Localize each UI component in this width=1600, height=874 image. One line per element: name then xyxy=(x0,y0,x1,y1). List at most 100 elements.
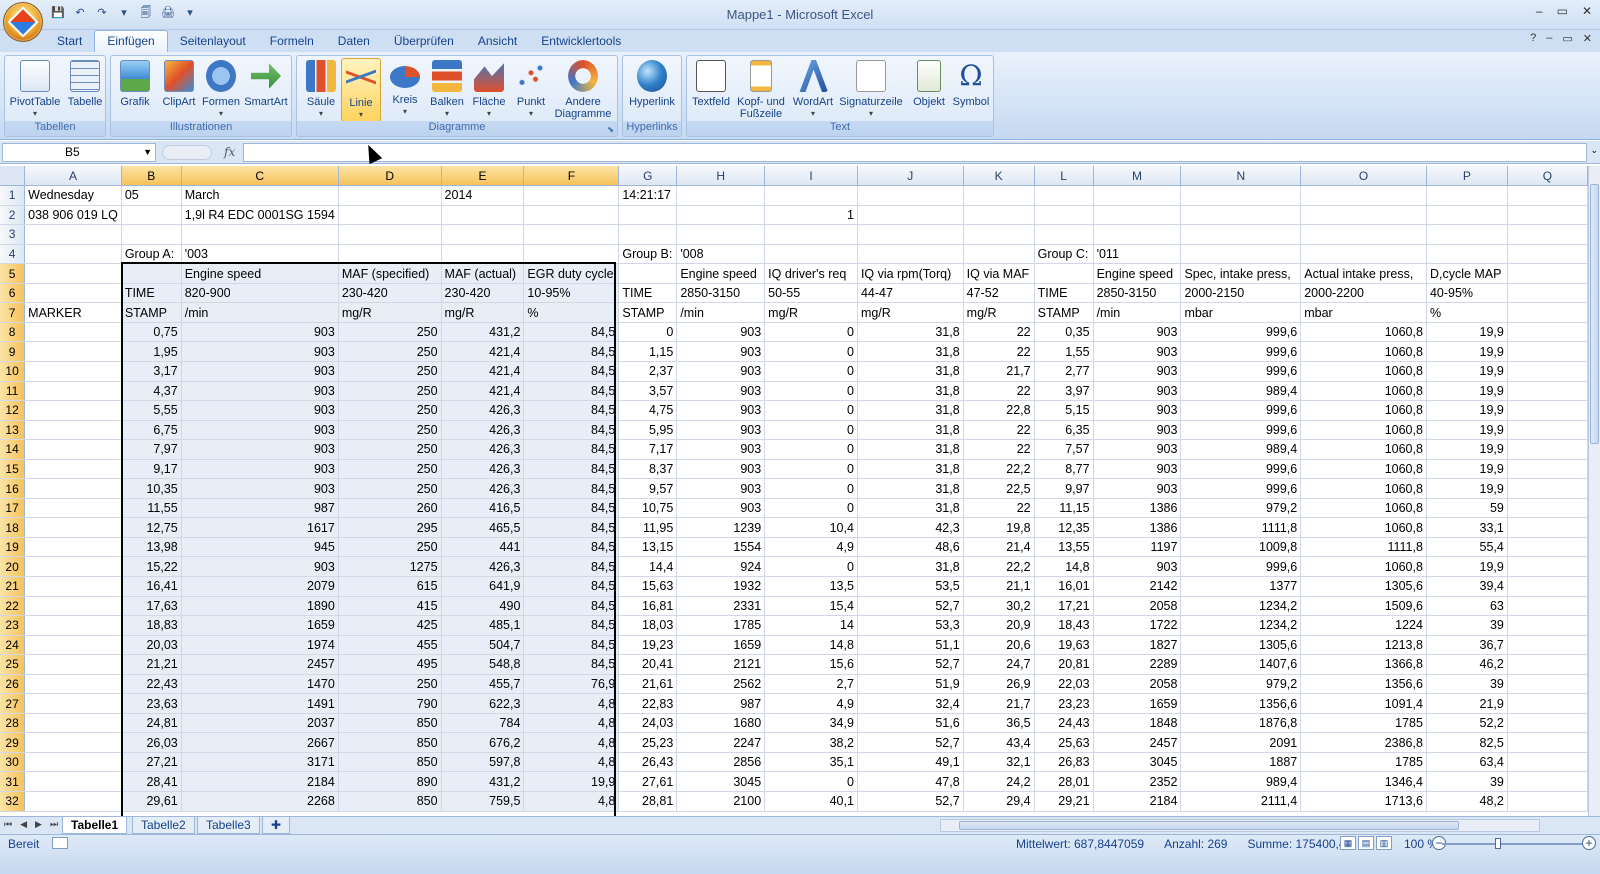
zoom-in-icon[interactable]: + xyxy=(1582,836,1596,850)
tab-einfuegen[interactable]: Einfügen xyxy=(94,30,168,52)
cell[interactable]: mbar xyxy=(1300,302,1427,323)
cell[interactable]: 903 xyxy=(1093,556,1182,577)
cell[interactable]: 426,3 xyxy=(441,459,525,480)
cell[interactable]: 22,2 xyxy=(963,556,1035,577)
column-header[interactable]: A xyxy=(24,166,122,187)
cell[interactable]: 622,3 xyxy=(441,693,525,714)
cell[interactable]: 24,81 xyxy=(121,713,182,734)
cell[interactable]: 1386 xyxy=(1093,517,1182,538)
cell[interactable]: 15,4 xyxy=(764,596,858,617)
cell[interactable] xyxy=(523,224,620,245)
cell[interactable]: 989,4 xyxy=(1180,439,1302,460)
cell[interactable]: 1713,6 xyxy=(1300,791,1427,812)
sheet-tab-tabelle2[interactable]: Tabelle2 xyxy=(132,817,195,834)
cell[interactable]: 05 xyxy=(121,185,182,206)
cell[interactable]: 22 xyxy=(963,341,1035,362)
tab-daten[interactable]: Daten xyxy=(326,32,382,52)
cell[interactable]: 1,95 xyxy=(121,341,182,362)
cell[interactable] xyxy=(1507,185,1588,206)
cell[interactable]: 1234,2 xyxy=(1180,615,1302,636)
cell[interactable]: MAF (specified) xyxy=(338,263,442,284)
cell[interactable]: 989,4 xyxy=(1180,771,1302,792)
cell[interactable]: 0 xyxy=(764,459,858,480)
cell[interactable] xyxy=(1507,478,1588,499)
cell[interactable]: 903 xyxy=(1093,381,1182,402)
cell[interactable]: 2058 xyxy=(1093,674,1182,695)
symbol-button[interactable]: Ω Symbol xyxy=(949,58,993,122)
cell[interactable]: 1659 xyxy=(1093,693,1182,714)
cell[interactable] xyxy=(1034,224,1094,245)
cell[interactable]: 23,23 xyxy=(1034,693,1094,714)
cell[interactable]: 40,1 xyxy=(764,791,858,812)
cell[interactable]: 26,9 xyxy=(963,674,1035,695)
cell[interactable] xyxy=(121,263,182,284)
cell[interactable]: D,cycle MAP xyxy=(1426,263,1508,284)
cell[interactable]: 903 xyxy=(181,478,339,499)
cell[interactable] xyxy=(764,244,858,265)
cell[interactable]: 4,8 xyxy=(523,713,620,734)
cell[interactable]: 3,57 xyxy=(618,381,678,402)
textfeld-button[interactable]: Textfeld xyxy=(689,58,733,122)
cell[interactable] xyxy=(1507,771,1588,792)
cell[interactable]: 0 xyxy=(764,361,858,382)
cell[interactable] xyxy=(1507,283,1588,304)
cell[interactable]: 2,7 xyxy=(764,674,858,695)
cell[interactable]: 39,4 xyxy=(1426,576,1508,597)
cell[interactable]: 1680 xyxy=(676,713,766,734)
cell[interactable]: 16,41 xyxy=(121,576,182,597)
cell[interactable]: 35,1 xyxy=(764,752,858,773)
cell[interactable]: 989,4 xyxy=(1180,381,1302,402)
cell[interactable]: STAMP xyxy=(1034,302,1094,323)
cell[interactable]: 6,75 xyxy=(121,420,182,441)
cell[interactable]: 850 xyxy=(338,791,442,812)
cell[interactable] xyxy=(523,205,620,226)
cell[interactable] xyxy=(764,185,858,206)
cell[interactable]: 426,3 xyxy=(441,439,525,460)
tab-ansicht[interactable]: Ansicht xyxy=(466,32,529,52)
cell[interactable]: 18,03 xyxy=(618,615,678,636)
cell[interactable] xyxy=(1507,263,1588,284)
cell[interactable]: 1060,8 xyxy=(1300,478,1427,499)
cell[interactable]: 2331 xyxy=(676,596,766,617)
cell[interactable]: 15,6 xyxy=(764,654,858,675)
cell[interactable] xyxy=(338,205,442,226)
cell[interactable]: 1356,6 xyxy=(1180,693,1302,714)
cell[interactable]: 84,5 xyxy=(523,478,620,499)
cell[interactable]: 49,1 xyxy=(857,752,964,773)
cell[interactable]: 14,8 xyxy=(1034,556,1094,577)
horizontal-scrollbar[interactable] xyxy=(940,819,1540,832)
cell[interactable]: 1060,8 xyxy=(1300,459,1427,480)
cell[interactable]: 22 xyxy=(963,420,1035,441)
cell[interactable]: 2111,4 xyxy=(1180,791,1302,812)
expand-formula-icon[interactable]: ⌄ xyxy=(1590,145,1598,156)
cell[interactable] xyxy=(24,752,122,773)
cell[interactable]: 53,3 xyxy=(857,615,964,636)
normal-view-icon[interactable]: ▦ xyxy=(1340,836,1356,850)
row-header[interactable]: 3 xyxy=(0,224,26,245)
cell[interactable]: 425 xyxy=(338,615,442,636)
cell[interactable]: 51,9 xyxy=(857,674,964,695)
cell[interactable]: 76,9 xyxy=(523,674,620,695)
cell[interactable] xyxy=(1180,224,1302,245)
cell[interactable]: Wednesday xyxy=(24,185,122,206)
cell[interactable]: 850 xyxy=(338,713,442,734)
macro-record-icon[interactable] xyxy=(52,837,68,849)
cell[interactable] xyxy=(24,341,122,362)
cell[interactable]: 548,8 xyxy=(441,654,525,675)
cell[interactable]: 14 xyxy=(764,615,858,636)
cell[interactable]: 14,8 xyxy=(764,635,858,656)
cell[interactable]: 84,5 xyxy=(523,400,620,421)
cell[interactable] xyxy=(523,185,620,206)
cell[interactable]: 84,5 xyxy=(523,537,620,558)
row-header[interactable]: 28 xyxy=(0,713,26,734)
cell[interactable]: 10,4 xyxy=(764,517,858,538)
cell[interactable]: 4,75 xyxy=(618,400,678,421)
column-header[interactable]: B xyxy=(121,166,182,187)
cell[interactable]: 19,9 xyxy=(1426,322,1508,343)
cell[interactable] xyxy=(1300,244,1427,265)
cell[interactable]: 250 xyxy=(338,361,442,382)
row-header[interactable]: 7 xyxy=(0,302,26,323)
cell[interactable] xyxy=(24,478,122,499)
cell[interactable]: 790 xyxy=(338,693,442,714)
cell[interactable]: 1305,6 xyxy=(1180,635,1302,656)
